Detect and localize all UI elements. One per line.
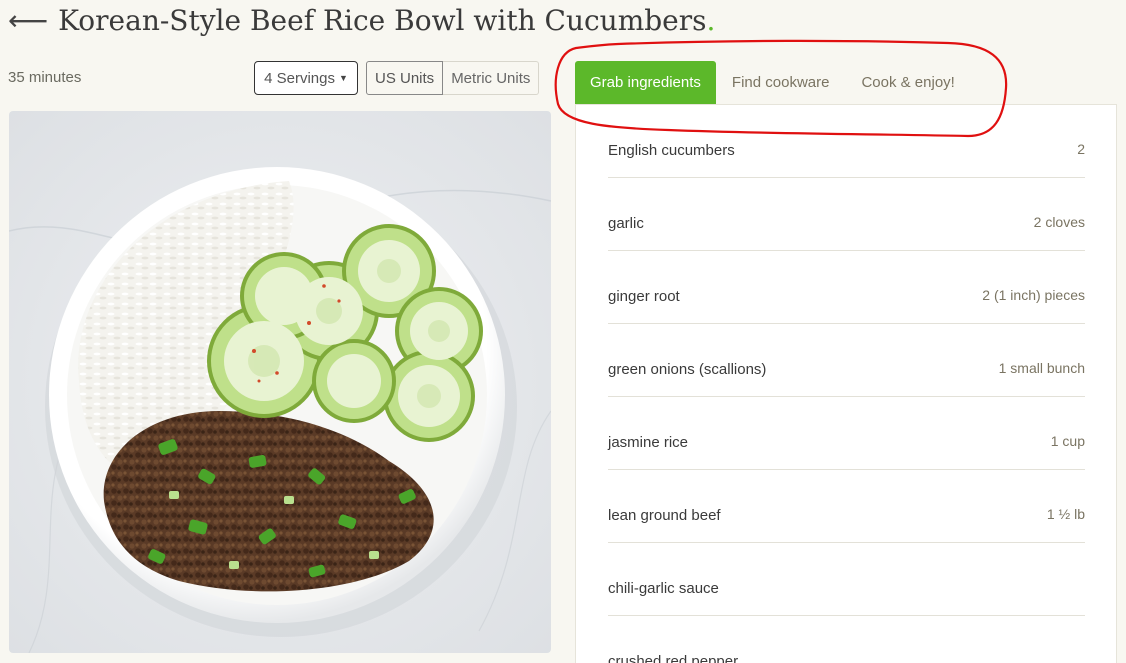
ingredient-row: lean ground beef 1 ½ lb [608, 470, 1085, 543]
chevron-down-icon: ▼ [338, 73, 348, 83]
recipe-photo [9, 111, 551, 653]
ingredients-panel: English cucumbers 2 garlic 2 cloves ging… [575, 104, 1117, 663]
ingredient-row: jasmine rice 1 cup [608, 397, 1085, 470]
ingredient-quantity: 1 ½ lb [1046, 506, 1085, 522]
ingredient-row: chili-garlic sauce [608, 543, 1085, 616]
ingredient-name: garlic [608, 215, 644, 232]
servings-dropdown[interactable]: 4 Servings ▼ [254, 61, 358, 95]
ingredient-name: jasmine rice [608, 434, 689, 451]
recipe-title: Korean-Style Beef Rice Bowl with Cucumbe… [58, 4, 707, 37]
ingredient-row: ginger root 2 (1 inch) pieces [608, 251, 1085, 324]
metric-units-button[interactable]: Metric Units [443, 61, 540, 95]
ingredient-name: crushed red pepper [608, 653, 739, 663]
ingredient-name: English cucumbers [608, 142, 735, 159]
ingredient-quantity: 2 (1 inch) pieces [982, 287, 1085, 303]
ingredient-quantity: 1 cup [1050, 433, 1085, 449]
unit-toggle: US Units Metric Units [366, 61, 540, 95]
us-units-button[interactable]: US Units [366, 61, 444, 95]
tab-find-cookware[interactable]: Find cookware [716, 61, 846, 104]
ingredient-quantity: 2 cloves [1033, 214, 1085, 230]
rice-bowl-illustration [9, 111, 551, 653]
ingredient-name: green onions (scallions) [608, 361, 767, 378]
tab-cook-enjoy[interactable]: Cook & enjoy! [845, 61, 970, 104]
back-arrow-icon[interactable]: ⟵ [8, 4, 48, 37]
ingredient-quantity: 1 small bunch [998, 360, 1085, 376]
ingredient-name: lean ground beef [608, 507, 721, 524]
ingredient-row: English cucumbers 2 [608, 105, 1085, 178]
title-accent-dot: . [706, 4, 716, 37]
ingredient-quantity: 2 [1077, 141, 1085, 157]
ingredient-name: ginger root [608, 288, 680, 305]
ingredient-list: English cucumbers 2 garlic 2 cloves ging… [608, 105, 1085, 663]
page-title: ⟵ Korean-Style Beef Rice Bowl with Cucum… [8, 4, 715, 37]
servings-label: 4 Servings [264, 69, 335, 87]
recipe-tabs: Grab ingredients Find cookware Cook & en… [575, 61, 971, 104]
ingredient-row: garlic 2 cloves [608, 178, 1085, 251]
ingredient-name: chili-garlic sauce [608, 580, 719, 597]
ingredient-row: green onions (scallions) 1 small bunch [608, 324, 1085, 397]
tab-grab-ingredients[interactable]: Grab ingredients [575, 61, 716, 104]
ingredient-row: crushed red pepper [608, 616, 1085, 663]
cook-time: 35 minutes [8, 69, 82, 86]
